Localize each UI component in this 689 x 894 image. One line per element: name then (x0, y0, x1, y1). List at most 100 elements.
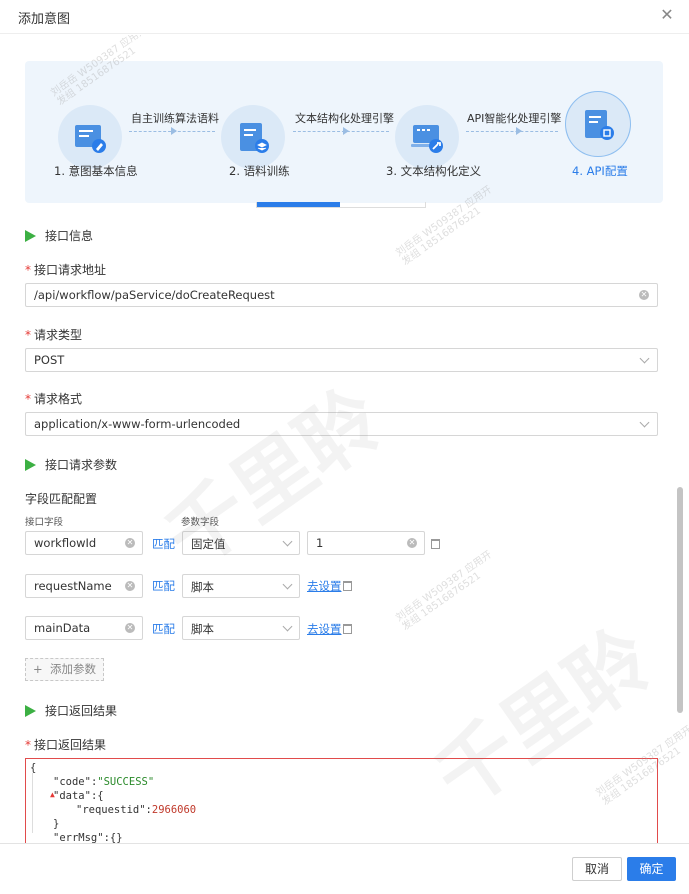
url-input-value: /api/workflow/paService/doCreateRequest (34, 288, 275, 302)
code-brace: } (53, 818, 60, 830)
section-response: 接口返回结果 (25, 702, 117, 719)
delete-icon[interactable] (431, 539, 440, 549)
section-interface-info: 接口信息 (25, 227, 93, 244)
code-line: "errMsg":{} (53, 831, 123, 843)
step-progress-indicator (257, 202, 340, 207)
add-intent-dialog: 添加意图 ✕ 1. 意图基本信息 自主训练算法语料 2. 语料训练 文本结构化处… (0, 0, 689, 894)
flag-icon (25, 230, 36, 242)
connector-1-arrow-icon (171, 127, 177, 135)
chevron-down-icon (282, 536, 293, 547)
step-4-label[interactable]: 4. API配置 (572, 163, 628, 179)
connector-3-label: API智能化处理引擎 (467, 112, 562, 125)
field-input-value: mainData (34, 621, 91, 635)
step-1-icon[interactable] (58, 105, 122, 169)
request-format-select[interactable]: application/x-www-form-urlencoded (25, 412, 658, 436)
flag-icon (25, 459, 36, 471)
required-mark: * (25, 263, 31, 277)
request-format-value: application/x-www-form-urlencoded (34, 417, 241, 431)
go-settings-link[interactable]: 去设置 (307, 578, 342, 594)
plus-icon: + (33, 662, 43, 676)
clear-icon[interactable]: ✕ (125, 623, 135, 633)
code-brace: { (30, 762, 37, 774)
step-progress-bar (256, 202, 426, 208)
field-input-workflowid[interactable]: workflowId ✕ (25, 531, 143, 555)
param-type-select-workflowid[interactable]: 固定值 (182, 531, 300, 555)
type-label-text: 请求类型 (34, 328, 83, 342)
confirm-button[interactable]: 确定 (627, 857, 676, 881)
code-number: 2966060 (151, 804, 197, 816)
chevron-down-icon (639, 353, 650, 364)
format-label-text: 请求格式 (34, 392, 83, 406)
required-mark: * (25, 328, 31, 342)
clear-icon[interactable]: ✕ (639, 290, 649, 300)
chevron-down-icon (282, 621, 293, 632)
code-line: } (53, 817, 59, 831)
field-input-value: requestName (34, 579, 112, 593)
code-key: "errMsg" (53, 832, 104, 843)
scroll-track[interactable] (676, 35, 684, 843)
step-3-icon[interactable] (395, 105, 459, 169)
code-line: "code":"SUCCESS" (53, 775, 154, 789)
step-4-icon[interactable] (566, 92, 630, 156)
add-param-button[interactable]: + 添加参数 (25, 658, 104, 681)
param-type-value: 固定值 (191, 537, 226, 551)
step-3-label[interactable]: 3. 文本结构化定义 (386, 163, 481, 179)
step-2-icon[interactable] (221, 105, 285, 169)
param-value-input-workflowid[interactable]: 1 ✕ (307, 531, 425, 555)
layers-document-icon (240, 123, 269, 153)
response-label: * 接口返回结果 (25, 736, 106, 753)
delete-icon[interactable] (343, 624, 352, 634)
connector-3-line (466, 131, 558, 132)
indent-guide (32, 773, 33, 833)
api-document-icon (585, 110, 614, 140)
section-request-params: 接口请求参数 (25, 456, 117, 473)
match-link[interactable]: 匹配 (152, 578, 175, 594)
url-input[interactable]: /api/workflow/paService/doCreateRequest … (25, 283, 658, 307)
required-mark: * (25, 392, 31, 406)
go-settings-link[interactable]: 去设置 (307, 621, 342, 637)
steps-panel: 1. 意图基本信息 自主训练算法语料 2. 语料训练 文本结构化处理引擎 3. … (25, 61, 663, 203)
mapping-title: 字段匹配配置 (25, 492, 98, 506)
step-1-label[interactable]: 1. 意图基本信息 (54, 163, 138, 179)
add-param-label: 添加参数 (49, 662, 96, 676)
field-input-maindata[interactable]: mainData ✕ (25, 616, 143, 640)
section-response-label: 接口返回结果 (45, 704, 118, 718)
param-type-select-requestname[interactable]: 脚本 (182, 574, 300, 598)
request-type-select[interactable]: POST (25, 348, 658, 372)
close-icon[interactable]: ✕ (659, 7, 675, 23)
param-value: 1 (316, 536, 324, 550)
edit-document-icon (75, 125, 106, 153)
delete-icon[interactable] (343, 581, 352, 591)
code-line: "requestid":2966060 (76, 803, 196, 817)
code-string: "SUCCESS" (97, 776, 155, 788)
code-key: "requestid" (76, 804, 146, 816)
match-link[interactable]: 匹配 (152, 536, 175, 552)
request-type-value: POST (34, 353, 65, 367)
clear-icon[interactable]: ✕ (125, 538, 135, 548)
match-link[interactable]: 匹配 (152, 621, 175, 637)
step-2-label[interactable]: 2. 语料训练 (229, 163, 290, 179)
dialog-content: 1. 意图基本信息 自主训练算法语料 2. 语料训练 文本结构化处理引擎 3. … (0, 35, 689, 843)
field-input-requestname[interactable]: requestName ✕ (25, 574, 143, 598)
url-label-text: 接口请求地址 (34, 263, 107, 277)
watermark-small-text: 刘岳岳 W509387 应用开 发组 18516876521 (394, 549, 495, 633)
code-key: "code" (53, 776, 91, 788)
clear-icon[interactable]: ✕ (407, 538, 417, 548)
param-type-value: 脚本 (191, 622, 214, 636)
connector-2-line (293, 131, 389, 132)
cancel-button[interactable]: 取消 (572, 857, 622, 881)
response-code-editor[interactable]: { "code":"SUCCESS" ▲ "data":{ "requestid… (25, 758, 658, 843)
param-type-select-maindata[interactable]: 脚本 (182, 616, 300, 640)
type-label: * 请求类型 (25, 326, 82, 343)
clear-icon[interactable]: ✕ (125, 581, 135, 591)
connector-2-arrow-icon (343, 127, 349, 135)
dialog-header: 添加意图 ✕ (0, 0, 689, 34)
scrollbar-thumb[interactable] (677, 487, 683, 713)
connector-2-label: 文本结构化处理引擎 (295, 112, 394, 125)
chevron-down-icon (282, 579, 293, 590)
section-request-params-label: 接口请求参数 (45, 458, 118, 472)
response-label-text: 接口返回结果 (34, 738, 107, 752)
code-line: "data":{ (53, 789, 104, 803)
dialog-title: 添加意图 (18, 12, 71, 27)
code-key: "data" (53, 790, 91, 802)
